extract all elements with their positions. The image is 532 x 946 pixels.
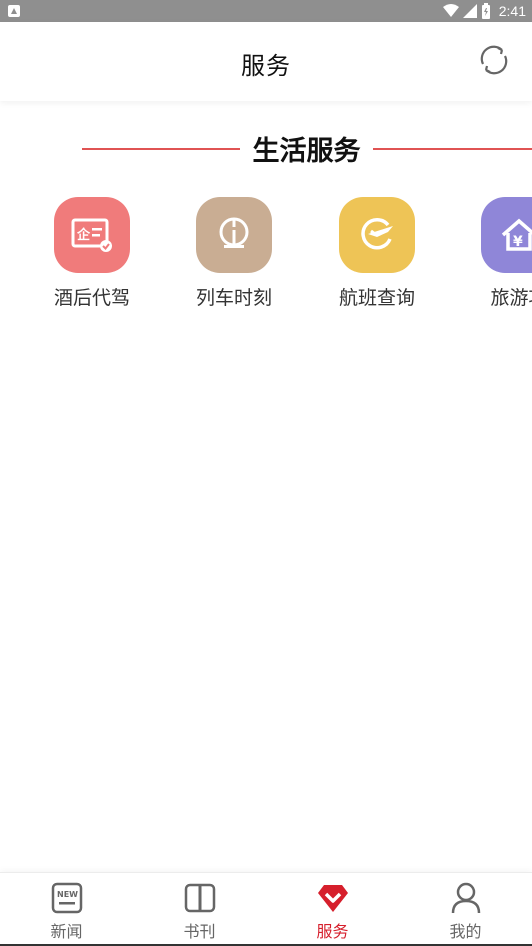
svg-text:NEW: NEW <box>57 890 78 899</box>
profile-icon <box>451 882 480 914</box>
bottom-navigation: NEW 新闻 书刊 服务 我的 <box>0 872 532 944</box>
nav-item-books[interactable]: 书刊 <box>133 873 266 945</box>
status-time: 2:41 <box>498 3 526 19</box>
section-title: 生活服务 <box>252 136 361 167</box>
service-label: 旅游攻 <box>490 287 532 309</box>
divider-left <box>82 148 240 150</box>
section-header: 生活服务 <box>0 128 532 168</box>
book-icon <box>184 883 215 913</box>
service-label: 航班查询 <box>338 287 415 309</box>
wifi-icon <box>442 4 459 17</box>
services-list: 企 酒后代驾 列车时刻 航班查询 ¥ 旅游 <box>0 197 532 317</box>
train-schedule-icon <box>196 197 272 273</box>
service-designated-driver[interactable]: 企 酒后代驾 <box>32 197 152 310</box>
status-bar: 2:41 <box>0 0 532 22</box>
svg-text:企: 企 <box>76 227 91 243</box>
refresh-icon[interactable] <box>476 42 512 78</box>
nav-label-books: 书刊 <box>183 922 216 941</box>
notification-icon <box>8 5 20 17</box>
service-travel-guide[interactable]: ¥ 旅游攻 <box>459 197 532 310</box>
nav-label-news: 新闻 <box>50 922 83 941</box>
app-header: 服务 <box>0 22 532 101</box>
status-indicators: 2:41 <box>442 0 526 22</box>
page-title: 服务 <box>241 52 291 80</box>
travel-guide-icon: ¥ <box>481 197 532 273</box>
service-flight-query[interactable]: 航班查询 <box>317 197 437 310</box>
flight-query-icon <box>339 197 415 273</box>
designated-driver-icon: 企 <box>54 197 130 273</box>
news-icon: NEW <box>51 882 82 914</box>
svg-text:¥: ¥ <box>513 234 523 250</box>
service-train-schedule[interactable]: 列车时刻 <box>174 197 294 310</box>
battery-icon <box>481 3 490 19</box>
nav-label-service: 服务 <box>316 922 349 941</box>
nav-item-news[interactable]: NEW 新闻 <box>0 873 133 945</box>
service-label: 酒后代驾 <box>53 287 130 309</box>
divider-right <box>373 148 532 150</box>
nav-item-service[interactable]: 服务 <box>266 873 399 945</box>
signal-icon <box>462 4 477 18</box>
service-icon <box>317 885 348 912</box>
nav-item-profile[interactable]: 我的 <box>399 873 532 945</box>
nav-label-profile: 我的 <box>449 922 482 941</box>
service-label: 列车时刻 <box>195 287 272 309</box>
